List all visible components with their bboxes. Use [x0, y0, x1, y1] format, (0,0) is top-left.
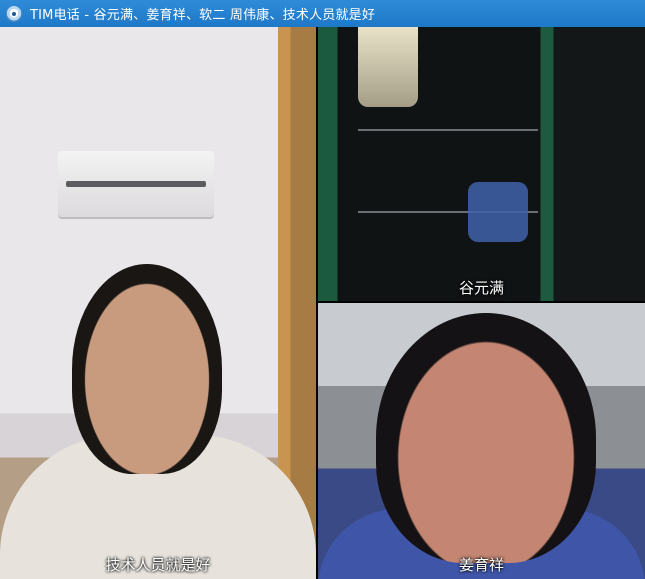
video-tile-top-right[interactable]: 谷元满 — [318, 27, 645, 301]
title-bar[interactable]: TIM电话 - 谷元满、姜育祥、软二 周伟康、技术人员就是好 — [0, 0, 645, 27]
participant-name-label: 谷元满 — [458, 279, 504, 297]
air-conditioner-vent — [66, 181, 206, 187]
participant-name-label: 技术人员就是好 — [105, 556, 211, 574]
participant-name-label: 姜育祥 — [458, 556, 504, 574]
tim-app-icon — [6, 5, 22, 22]
window-title: TIM电话 - 谷元满、姜育祥、软二 周伟康、技术人员就是好 — [30, 8, 376, 23]
video-tile-bottom-right[interactable]: 姜育祥 — [318, 303, 645, 579]
participant-face — [72, 264, 222, 474]
blue-bag — [468, 182, 528, 242]
hanging-clothes — [358, 27, 418, 107]
participant-face — [376, 313, 596, 563]
air-conditioner — [58, 151, 214, 217]
tim-call-window: TIM电话 - 谷元满、姜育祥、软二 周伟康、技术人员就是好 技术人员就是好 谷… — [0, 0, 645, 579]
video-tile-main[interactable]: 技术人员就是好 — [0, 27, 316, 579]
